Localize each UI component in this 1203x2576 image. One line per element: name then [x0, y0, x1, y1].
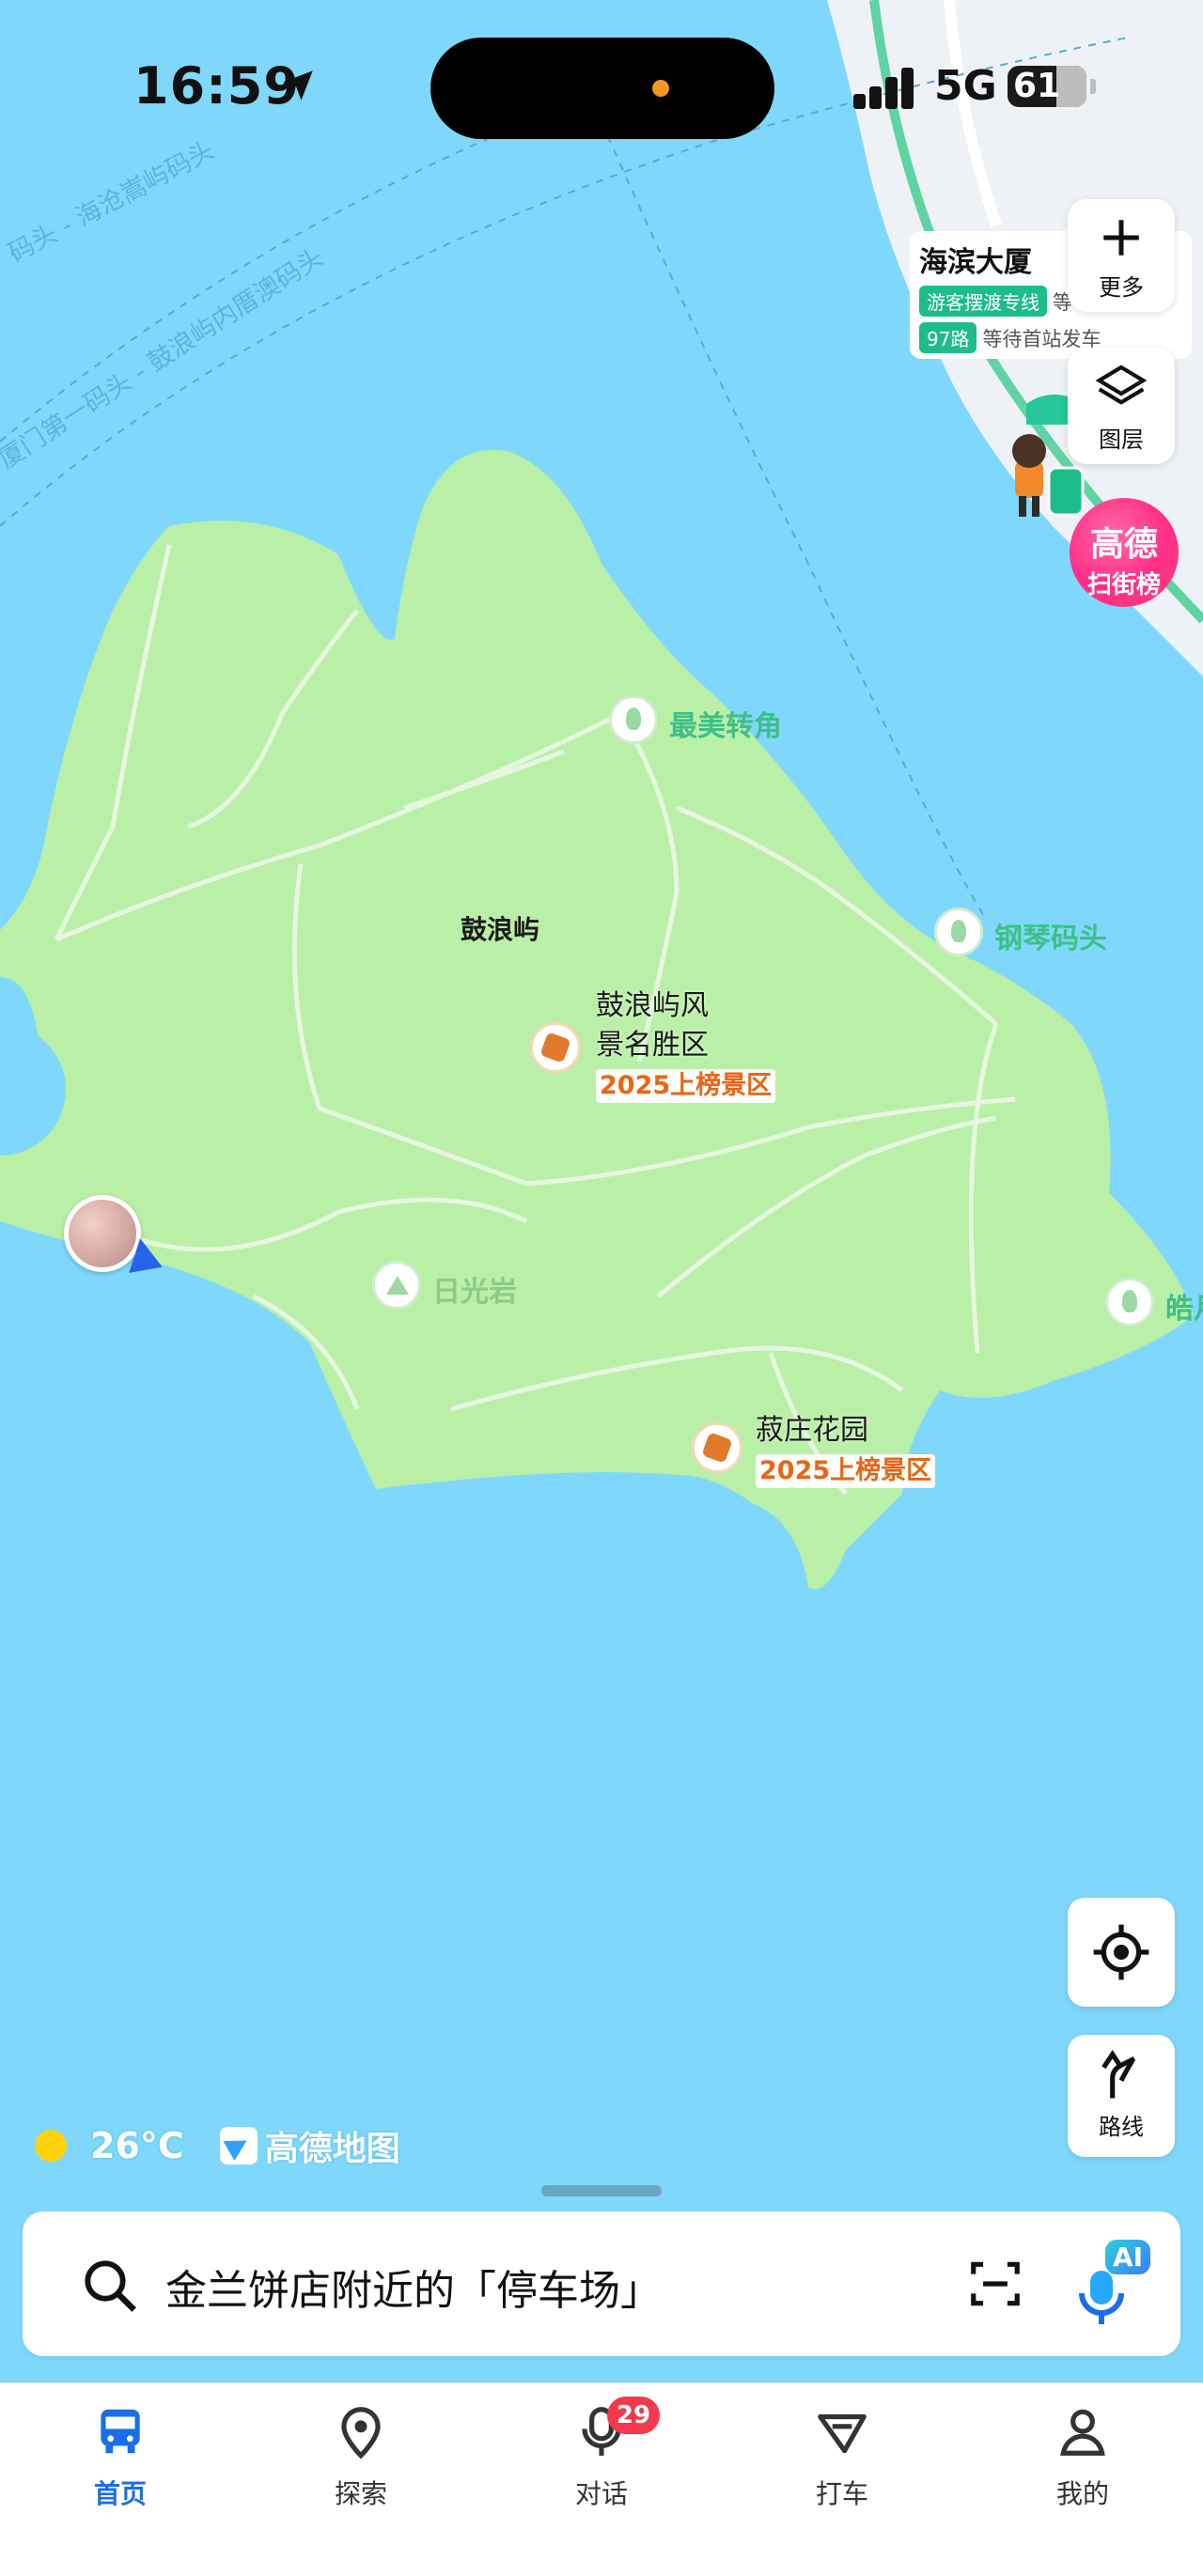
user-icon: [1060, 2409, 1105, 2456]
scenic-spot-label[interactable]: 鼓浪屿风 景名胜区 2025上榜景区: [596, 986, 776, 1105]
location-arrow-icon: [283, 70, 313, 101]
rank-badge: 2025上榜景区: [756, 1454, 936, 1488]
crosshair-icon: [1093, 1924, 1149, 1980]
gaode-rank-line1: 高德: [1089, 525, 1158, 564]
poi-label[interactable]: 皓月: [1165, 1285, 1203, 1327]
route-icon: [1101, 2050, 1136, 2099]
tab-home[interactable]: 首页: [45, 2402, 195, 2511]
layers-button[interactable]: 图层: [1068, 348, 1175, 464]
tree-icon[interactable]: [934, 908, 983, 956]
temperature: 26°C: [90, 2125, 184, 2166]
battery-icon: 61: [1008, 66, 1096, 107]
island-name: 鼓浪屿: [461, 914, 540, 945]
heading-arrow-icon: [123, 1235, 163, 1273]
ai-badge: AI: [1105, 2240, 1151, 2274]
tab-taxi[interactable]: 打车: [767, 2402, 917, 2511]
tab-label: 我的: [1055, 2478, 1109, 2509]
battery-level: 61: [1013, 67, 1061, 105]
route-button[interactable]: 路线: [1068, 2035, 1175, 2157]
bottom-tab-bar: 首页 探索 29 对话 打车 我的: [0, 2382, 1203, 2576]
poi-label[interactable]: 日光岩: [432, 1268, 517, 1310]
route-tag: 97路: [919, 322, 977, 353]
weather-widget[interactable]: 26°C 高德地图: [26, 2119, 400, 2172]
tab-label: 打车: [815, 2478, 868, 2509]
notification-badge: 29: [607, 2397, 660, 2434]
gaode-logo-icon: [219, 2127, 258, 2165]
pin-icon: [341, 2407, 381, 2460]
scenic-spot-icon[interactable]: [530, 1022, 581, 1073]
poi-label[interactable]: 最美转角: [669, 703, 782, 744]
status-bar: 16:59 5G 61: [0, 0, 1203, 178]
scenic-spot-label[interactable]: 菽庄花园 2025上榜景区: [756, 1411, 936, 1490]
scenic-name: 菽庄花园: [756, 1414, 868, 1447]
rank-badge: 2025上榜景区: [596, 1069, 776, 1103]
gaode-rank-button[interactable]: 高德 扫街榜: [1070, 498, 1179, 607]
clock: 16:59: [133, 56, 300, 116]
brand-name: 高德地图: [264, 2130, 400, 2168]
ai-voice-button[interactable]: AI: [1068, 2240, 1162, 2334]
plus-icon: [1103, 220, 1139, 256]
signal-icon: [853, 68, 915, 109]
tab-chat[interactable]: 29 对话: [526, 2397, 677, 2511]
more-label: 更多: [1099, 274, 1144, 301]
bus-icon: [101, 2409, 140, 2454]
brand-logo: 高德地图: [219, 2121, 400, 2170]
taxi-icon: [818, 2413, 867, 2454]
tree-icon[interactable]: [1105, 1278, 1154, 1327]
sheet-handle[interactable]: [541, 2185, 662, 2196]
layers-label: 图层: [1099, 427, 1144, 453]
tab-label: 对话: [574, 2478, 628, 2509]
tree-icon[interactable]: [609, 695, 658, 744]
scan-icon[interactable]: [966, 2255, 1024, 2313]
network-type: 5G: [934, 62, 997, 110]
map-screen: 码头 - 海沧嵩屿码头 厦门第一码头 - 鼓浪屿内厝澳码头 16:59 5G 6…: [0, 0, 1203, 2576]
tab-me[interactable]: 我的: [1008, 2402, 1158, 2511]
mountain-icon[interactable]: [372, 1261, 421, 1310]
search-input[interactable]: 金兰饼店附近的「停车场」: [165, 2257, 662, 2317]
layers-icon: [1095, 365, 1148, 405]
tab-label: 探索: [334, 2478, 387, 2509]
scenic-name: 景名胜区: [596, 1029, 709, 1062]
poi-label[interactable]: 钢琴码头: [994, 915, 1107, 956]
search-icon: [85, 2260, 136, 2312]
route-label: 路线: [1099, 2114, 1144, 2140]
tab-label: 首页: [93, 2478, 147, 2509]
dynamic-island: [430, 38, 774, 139]
more-button[interactable]: 更多: [1068, 199, 1175, 312]
recording-dot-icon: [652, 80, 669, 97]
gaode-rank-line2: 扫街榜: [1086, 571, 1161, 599]
locate-button[interactable]: [1068, 1898, 1175, 2007]
sun-icon: [26, 2121, 75, 2170]
tab-explore[interactable]: 探索: [286, 2402, 436, 2511]
scenic-name: 鼓浪屿风: [596, 989, 709, 1022]
search-bar[interactable]: 金兰饼店附近的「停车场」 AI: [23, 2211, 1180, 2356]
route-tag: 游客摆渡专线: [919, 286, 1047, 317]
scenic-spot-icon[interactable]: [692, 1422, 742, 1473]
